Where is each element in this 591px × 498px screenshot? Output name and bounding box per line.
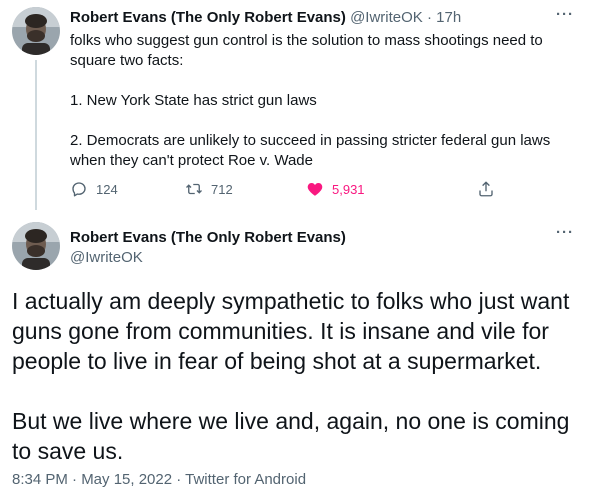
retweet-icon: [186, 183, 202, 195]
like-count: 5,931: [332, 181, 365, 197]
more-options-icon[interactable]: ···: [556, 7, 576, 22]
tweet-line: square two facts:: [70, 52, 184, 69]
action-bar: 124 712 5,931: [70, 180, 570, 200]
thread-line: [35, 60, 37, 210]
tweet-line: guns gone from communities. It is insane…: [12, 318, 549, 344]
tweet-line: people to live in fear of being shot at …: [12, 348, 542, 374]
retweet-count: 712: [211, 181, 233, 197]
tweet-header: Robert Evans (The Only Robert Evans) @Iw…: [70, 228, 346, 268]
like-button[interactable]: 5,931: [306, 180, 365, 198]
tweet-line: I actually am deeply sympathetic to folk…: [12, 288, 570, 314]
more-options-icon[interactable]: ···: [556, 225, 576, 240]
tweet-text: I actually am deeply sympathetic to folk…: [12, 286, 582, 466]
tweet-line: But we live where we live and, again, no…: [12, 408, 570, 434]
share-button[interactable]: [477, 180, 495, 198]
tweet-line: folks who suggest gun control is the sol…: [70, 32, 543, 49]
handle[interactable]: @IwriteOK: [350, 9, 423, 26]
separator: ·: [422, 9, 437, 26]
retweet-button[interactable]: 712: [185, 180, 233, 198]
share-icon: [479, 181, 493, 197]
avatar-image: [12, 7, 60, 55]
tweet-header: Robert Evans (The Only Robert Evans) @Iw…: [70, 9, 461, 26]
tweet-timestamp[interactable]: 8:34 PM · May 15, 2022 · Twitter for And…: [12, 471, 306, 488]
reply-button[interactable]: 124: [70, 180, 118, 198]
tweet-line: when they can't protect Roe v. Wade: [70, 152, 313, 169]
reply-icon: [72, 182, 86, 197]
tweet-line: 2. Democrats are unlikely to succeed in …: [70, 132, 551, 149]
like-icon: [307, 183, 323, 196]
timestamp-relative[interactable]: 17h: [436, 9, 461, 26]
handle[interactable]: @IwriteOK: [70, 248, 346, 268]
display-name[interactable]: Robert Evans (The Only Robert Evans): [70, 9, 346, 26]
parent-tweet[interactable]: Robert Evans (The Only Robert Evans) @Iw…: [0, 0, 591, 212]
tweet-line: to save us.: [12, 438, 124, 464]
reply-count: 124: [96, 181, 118, 197]
avatar[interactable]: [12, 7, 60, 55]
display-name[interactable]: Robert Evans (The Only Robert Evans): [70, 228, 346, 248]
avatar[interactable]: [12, 222, 60, 270]
tweet-text: folks who suggest gun control is the sol…: [70, 31, 570, 171]
avatar-image: [12, 222, 60, 270]
tweet-line: 1. New York State has strict gun laws: [70, 92, 317, 109]
